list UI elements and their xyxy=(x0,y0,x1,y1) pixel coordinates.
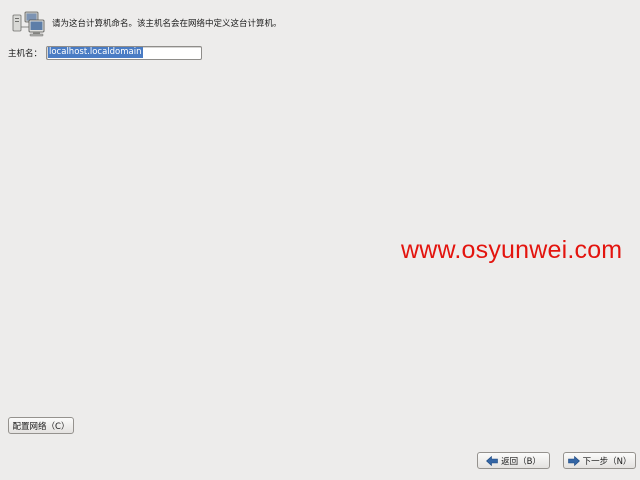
back-label: 返回（B） xyxy=(501,456,541,467)
hostname-value: localhost.localdomain xyxy=(48,47,143,58)
configure-network-button[interactable]: 配置网络（C） xyxy=(8,417,74,434)
watermark-text: www.osyunwei.com xyxy=(401,236,623,264)
arrow-right-icon xyxy=(567,455,580,466)
hostname-input[interactable]: localhost.localdomain xyxy=(46,45,202,60)
header-description: 请为这台计算机命名。该主机名会在网络中定义这台计算机。 xyxy=(52,19,282,29)
configure-network-label: 配置网络（C） xyxy=(12,421,70,432)
next-label: 下一步（N） xyxy=(582,456,632,467)
hostname-label: 主机名： xyxy=(8,48,43,59)
hostname-row: 主机名： localhost.localdomain xyxy=(8,45,202,60)
header: 请为这台计算机命名。该主机名会在网络中定义这台计算机。 xyxy=(12,11,282,37)
back-button[interactable]: 返回（B） xyxy=(477,452,550,469)
next-button[interactable]: 下一步（N） xyxy=(563,452,636,469)
arrow-left-icon xyxy=(486,455,498,466)
network-computers-icon xyxy=(12,11,46,37)
